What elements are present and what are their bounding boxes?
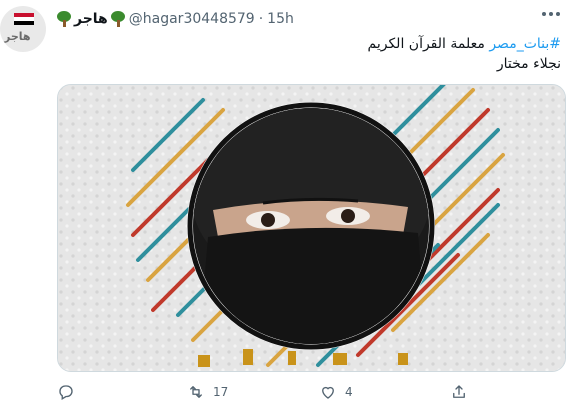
tweet-header: هاجر @hagar30448579 · 15h — [57, 8, 294, 30]
tweet-actions: 17 4 — [57, 380, 564, 404]
author-handle[interactable]: @hagar30448579 — [129, 11, 255, 27]
hashtag-link[interactable]: #بنات_مصر — [489, 36, 561, 52]
tweet-text-line2: نجلاء مختار — [496, 56, 561, 72]
tree-icon — [57, 11, 71, 27]
tweet-image[interactable] — [57, 84, 566, 372]
tweet-text-line1: معلمة القرآن الكريم — [367, 36, 485, 52]
egypt-flag-icon — [14, 13, 34, 25]
header-separator: · — [258, 11, 264, 27]
retweet-count: 17 — [213, 385, 229, 399]
tree-icon — [110, 11, 125, 27]
author-display-name: هاجر — [74, 11, 108, 27]
like-button[interactable]: 4 — [319, 380, 353, 404]
more-options-icon[interactable] — [542, 12, 560, 18]
like-count: 4 — [345, 385, 353, 399]
share-button[interactable] — [450, 380, 476, 404]
tweet-text: #بنات_مصر معلمة القرآن الكريم نجلاء مختا… — [81, 34, 561, 74]
avatar-text: هاجر — [4, 30, 31, 43]
retweet-icon — [190, 386, 202, 398]
author-name[interactable]: هاجر — [57, 11, 125, 27]
tweet[interactable]: هاجر هاجر @hagar30448579 · 15h #بنات_مصر… — [0, 0, 574, 410]
tweet-timestamp[interactable]: 15h — [267, 11, 294, 27]
retweet-button[interactable]: 17 — [187, 380, 228, 404]
heart-icon — [322, 386, 334, 399]
niqab-portrait-image — [58, 85, 565, 371]
avatar[interactable]: هاجر — [0, 6, 46, 52]
share-icon — [453, 385, 465, 398]
reply-button[interactable] — [57, 380, 83, 404]
reply-icon — [59, 385, 73, 400]
